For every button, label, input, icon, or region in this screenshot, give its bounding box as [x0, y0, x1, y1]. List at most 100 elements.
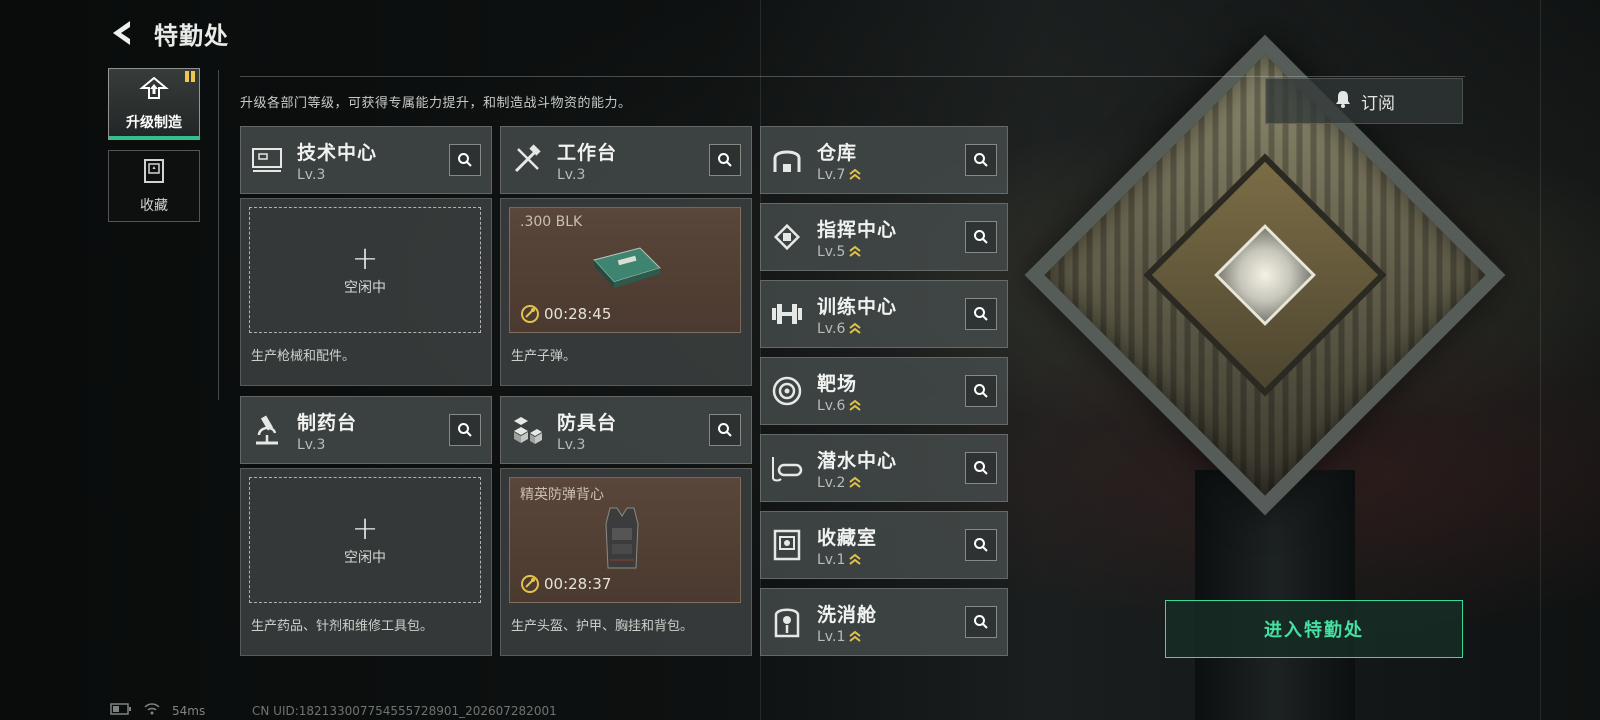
search-icon	[718, 423, 732, 437]
facility-body: 精英防弹背心 00:28:37 生产头盔、护甲、胸挂和背包。	[500, 468, 752, 656]
department-name: 指挥中心	[817, 218, 898, 241]
warehouse-icon	[769, 142, 805, 178]
idle-label: 空闲中	[344, 550, 386, 566]
facility-level: Lv.3	[297, 166, 326, 183]
search-button[interactable]	[965, 298, 997, 330]
timer-text: 00:28:45	[544, 305, 612, 323]
body-armor-icon	[602, 504, 642, 578]
search-button[interactable]	[965, 144, 997, 176]
decon-icon	[769, 604, 805, 640]
department-item-decon-chamber[interactable]: 洗消舱 Lv.1	[760, 588, 1008, 656]
idle-production-slot[interactable]: + 空闲中	[249, 207, 481, 333]
search-icon	[974, 384, 988, 398]
search-icon	[974, 615, 988, 629]
dumbbell-icon	[769, 296, 805, 332]
department-name: 洗消舱	[817, 603, 878, 626]
facility-level: Lv.3	[557, 166, 586, 183]
idle-production-slot[interactable]: + 空闲中	[249, 477, 481, 603]
facility-header[interactable]: 工作台 Lv.3	[500, 126, 752, 194]
facility-card-tech-center: 技术中心 Lv.3 + 空闲中 生产枪械和配件。	[240, 126, 492, 386]
battery-icon	[110, 703, 132, 718]
product-name: 精英防弹背心	[520, 487, 604, 503]
search-button[interactable]	[965, 606, 997, 638]
product-name: .300 BLK	[520, 214, 583, 230]
facility-level: Lv.3	[557, 436, 586, 453]
department-name: 训练中心	[817, 295, 898, 318]
bg-divider	[1540, 0, 1541, 720]
facility-header[interactable]: 防具台 Lv.3	[500, 396, 752, 464]
search-icon	[974, 538, 988, 552]
facility-body: + 空闲中 生产药品、针剂和维修工具包。	[240, 468, 492, 656]
department-item-training-center[interactable]: 训练中心 Lv.6	[760, 280, 1008, 348]
facility-header[interactable]: 技术中心 Lv.3	[240, 126, 492, 194]
facility-level: Lv.3	[297, 436, 326, 453]
subscribe-label: 订阅	[1361, 93, 1395, 114]
department-item-command-center[interactable]: 指挥中心 Lv.5	[760, 203, 1008, 271]
computer-icon	[249, 142, 285, 178]
tools-icon	[509, 142, 545, 178]
nav-rail	[218, 70, 219, 400]
production-slot[interactable]: 精英防弹背心 00:28:37	[509, 477, 741, 603]
search-icon	[718, 153, 732, 167]
search-icon	[974, 307, 988, 321]
status-bar: 54ms	[110, 703, 205, 718]
search-button[interactable]	[965, 221, 997, 253]
facility-name: 工作台	[557, 141, 618, 164]
search-button[interactable]	[965, 375, 997, 407]
nav-tab-upgrade[interactable]: 升级制造	[108, 68, 200, 140]
department-name: 收藏室	[817, 526, 878, 549]
production-slot[interactable]: .300 BLK 00:28:45	[509, 207, 741, 333]
wifi-icon	[144, 703, 160, 718]
enter-special-ops-button[interactable]: 进入特勤处	[1165, 600, 1463, 658]
search-button[interactable]	[965, 452, 997, 484]
search-button[interactable]	[965, 529, 997, 561]
department-level: Lv.5	[817, 243, 846, 260]
search-button[interactable]	[449, 144, 481, 176]
header: 特勤处	[108, 14, 229, 52]
facility-description: 生产头盔、护甲、胸挂和背包。	[511, 619, 694, 634]
user-uid: CN UID:18213300775455572890​1_2026072820…	[252, 704, 557, 718]
divider	[240, 76, 1465, 77]
facility-card-pharmacy: 制药台 Lv.3 + 空闲中 生产药品、针剂和维修工具包。	[240, 396, 492, 656]
search-icon	[974, 153, 988, 167]
department-level: Lv.6	[817, 397, 846, 414]
department-level: Lv.7	[817, 166, 846, 183]
department-level: Lv.1	[817, 628, 846, 645]
upgrade-chevron-icon	[849, 322, 861, 334]
timer-text: 00:28:37	[544, 575, 612, 593]
nav-tab-collection[interactable]: 收藏	[108, 150, 200, 222]
pause-badge-icon	[185, 71, 195, 82]
facility-header[interactable]: 制药台 Lv.3	[240, 396, 492, 464]
target-icon	[769, 373, 805, 409]
department-item-diving-center[interactable]: 潜水中心 Lv.2	[760, 434, 1008, 502]
upgrade-chevron-icon	[849, 245, 861, 257]
active-indicator	[109, 136, 199, 140]
search-icon	[974, 230, 988, 244]
facility-description: 生产药品、针剂和维修工具包。	[251, 619, 434, 634]
production-timer: 00:28:45	[520, 304, 611, 324]
facility-body: + 空闲中 生产枪械和配件。	[240, 198, 492, 386]
intro-text: 升级各部门等级，可获得专属能力提升，和制造战斗物资的能力。	[240, 96, 632, 111]
microscope-icon	[249, 412, 285, 448]
department-item-shooting-range[interactable]: 靶场 Lv.6	[760, 357, 1008, 425]
timer-icon	[521, 305, 539, 323]
facility-name: 技术中心	[297, 141, 378, 164]
bell-icon	[1333, 89, 1353, 114]
timer-icon	[521, 575, 539, 593]
upgrade-chevron-icon	[849, 476, 861, 488]
department-item-warehouse[interactable]: 仓库 Lv.7	[760, 126, 1008, 194]
facility-description: 生产枪械和配件。	[251, 349, 356, 364]
search-button[interactable]	[709, 414, 741, 446]
upgrade-icon	[139, 76, 169, 106]
facility-name: 防具台	[557, 411, 618, 434]
subscribe-button[interactable]: 订阅	[1265, 78, 1463, 124]
search-button[interactable]	[449, 414, 481, 446]
department-name: 靶场	[817, 372, 858, 395]
upgrade-chevron-icon	[849, 630, 861, 642]
ping-value: 54ms	[172, 703, 206, 718]
search-button[interactable]	[709, 144, 741, 176]
armor-blocks-icon	[509, 412, 545, 448]
back-arrow-icon[interactable]	[108, 17, 138, 49]
collection-icon	[142, 157, 166, 189]
department-item-collection-room[interactable]: 收藏室 Lv.1	[760, 511, 1008, 579]
